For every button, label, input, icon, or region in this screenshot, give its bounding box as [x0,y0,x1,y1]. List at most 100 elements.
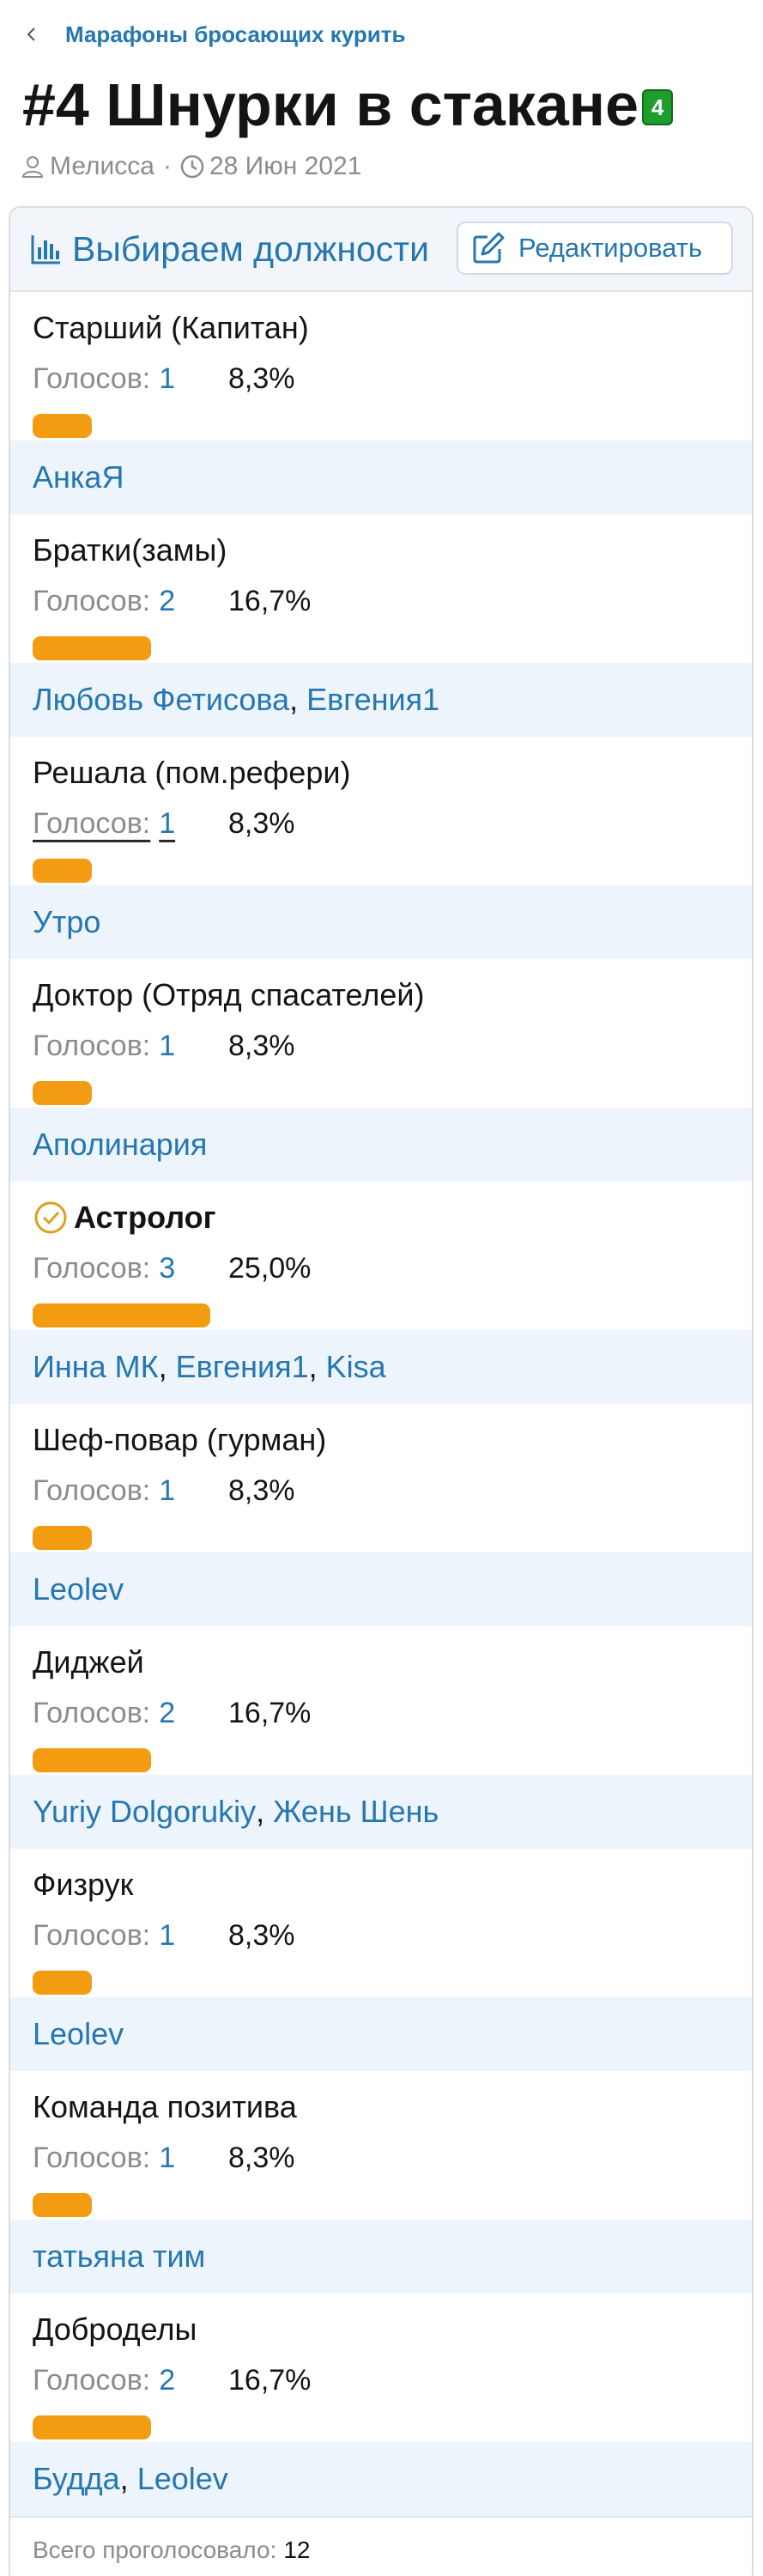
voter-link[interactable]: Kisa [326,1349,386,1385]
voter-link[interactable]: Евгения1 [306,682,439,718]
voter-link[interactable]: Yuriy Dolgorukiy [33,1794,256,1830]
votes-count: 2 [159,1696,176,1729]
edit-icon [473,232,505,264]
poll-option-label: Старший (Капитан) [33,304,309,352]
votes-link[interactable]: Голосов: 1 [33,1469,175,1512]
votes-link[interactable]: Голосов: 1 [33,1914,175,1957]
voter-link[interactable]: Будда [33,2461,120,2497]
bar-chart-icon [31,235,60,264]
vote-progress-bar [33,1971,92,1995]
poll-option-label: Доброделы [33,2306,197,2354]
voter-link[interactable]: АнкаЯ [33,459,124,495]
votes-count: 1 [159,806,176,840]
votes-label: Голосов: [33,806,151,840]
breadcrumb-link[interactable]: Марафоны бросающих курить [65,21,405,48]
poll-option-label: Решала (пом.рефери) [33,749,350,797]
chevron-left-icon [27,27,35,41]
poll-option-text: Астролог [74,1200,216,1235]
votes-link[interactable]: Голосов: 1 [33,802,175,845]
vote-progress-bar [33,2415,151,2439]
votes-count: 2 [159,2363,176,2397]
total-voters: 12 [283,2537,311,2563]
poll-option-label: Команда позитива [33,2083,297,2131]
poll-option: Шеф-повар (гурман) Голосов: 1 8,3% [10,1404,752,1552]
vote-percent: 8,3% [228,2141,295,2174]
votes-count: 3 [159,1251,176,1285]
poll-option: Решала (пом.рефери) Голосов: 1 8,3% [10,737,752,885]
poll-option-label: Диджей [33,1638,144,1686]
votes-link[interactable]: Голосов: 2 [33,2359,175,2402]
poll-option: Братки(замы) Голосов: 2 16,7% [10,514,752,663]
poll-option: Доктор (Отряд спасателей) Голосов: 1 8,3% [10,959,752,1108]
votes-count: 1 [159,1918,176,1952]
poll-option: Старший (Капитан) Голосов: 1 8,3% [10,292,752,440]
votes-link[interactable]: Голосов: 2 [33,1692,175,1735]
voter-separator: , [158,1349,167,1384]
voter-separator: , [119,2461,129,2496]
votes-label: Голосов: [33,584,151,617]
check-circle-icon [34,1201,67,1234]
voter-link[interactable]: Евгения1 [176,1349,309,1385]
votes-label: Голосов: [33,361,151,395]
poll-option: Диджей Голосов: 2 16,7% [10,1626,752,1775]
voter-link[interactable]: Leolev [137,2461,228,2497]
total-label: Всего проголосовало: [33,2537,277,2563]
vote-percent: 16,7% [228,1696,312,1729]
voter-link[interactable]: Leolev [33,1571,124,1607]
votes-count: 1 [159,1029,176,1062]
votes-link[interactable]: Голосов: 1 [33,357,175,400]
vote-percent: 16,7% [228,2363,312,2397]
voter-link[interactable]: Инна МК [33,1349,159,1385]
votes-label: Голосов: [33,1251,151,1285]
voter-link[interactable]: татьяна тим [33,2239,205,2275]
voter-separator: , [256,1794,265,1829]
voters-list: Утро [10,885,752,959]
voter-link[interactable]: Жень Шень [273,1794,439,1830]
poll-option-text: Физрук [33,1867,134,1902]
votes-count: 1 [159,361,176,395]
poll-option: Команда позитива Голосов: 1 8,3% [10,2071,752,2220]
poll-option-text: Доброделы [33,2312,197,2347]
votes-link[interactable]: Голосов: 3 [33,1247,175,1290]
poll-option: Доброделы Голосов: 2 16,7% [10,2293,752,2442]
page-title: #4 Шнурки в стакане 4 [22,62,674,148]
edit-button[interactable]: Редактировать [457,222,733,275]
voters-list: АнкаЯ [10,440,752,514]
votes-count: 1 [159,2141,176,2174]
vote-percent: 16,7% [228,584,312,617]
poll-option-label: Шеф-повар (гурман) [33,1416,326,1464]
poll-option-text: Команда позитива [33,2089,297,2124]
votes-label: Голосов: [33,1473,151,1507]
voter-link[interactable]: Утро [33,904,100,940]
votes-label: Голосов: [33,1918,151,1952]
vote-percent: 8,3% [228,1473,295,1507]
poll-block: Выбираем должности Редактировать Старший… [9,206,754,2576]
votes-link[interactable]: Голосов: 2 [33,580,175,623]
vote-progress-bar [33,636,151,660]
post-date[interactable]: 28 Июн 2021 [209,152,361,181]
votes-link[interactable]: Голосов: 1 [33,2136,175,2179]
voters-list: Инна МК, Евгения1, Kisa [10,1330,752,1404]
voters-list: Leolev [10,1552,752,1626]
poll-option: Астролог Голосов: 3 25,0% [10,1182,752,1330]
author-link[interactable]: Мелисса [50,152,154,181]
poll-title: Выбираем должности [72,228,429,269]
vote-progress-bar [33,1748,151,1772]
vote-progress-bar [33,2193,92,2217]
votes-count: 2 [159,584,176,617]
voter-link[interactable]: Любовь Фетисова [33,682,289,718]
poll-option-label: Братки(замы) [33,526,227,574]
edit-button-label: Редактировать [518,233,703,263]
breadcrumb[interactable]: Марафоны бросающих курить [24,15,405,53]
voter-link[interactable]: Аполинария [33,1127,207,1163]
votes-link[interactable]: Голосов: 1 [33,1024,175,1067]
thread-title-text: #4 Шнурки в стакане [22,71,639,138]
vote-progress-bar [33,1526,92,1550]
poll-options: Старший (Капитан) Голосов: 1 8,3% АнкаЯ Братк… [10,292,752,2516]
voter-link[interactable]: Leolev [33,2016,124,2052]
count-badge: 4 [642,89,674,125]
voters-list: Аполинария [10,1108,752,1182]
poll-option: Физрук Голосов: 1 8,3% [10,1849,752,1997]
poll-option-text: Доктор (Отряд спасателей) [33,977,425,1012]
poll-option-label: Физрук [33,1861,133,1909]
